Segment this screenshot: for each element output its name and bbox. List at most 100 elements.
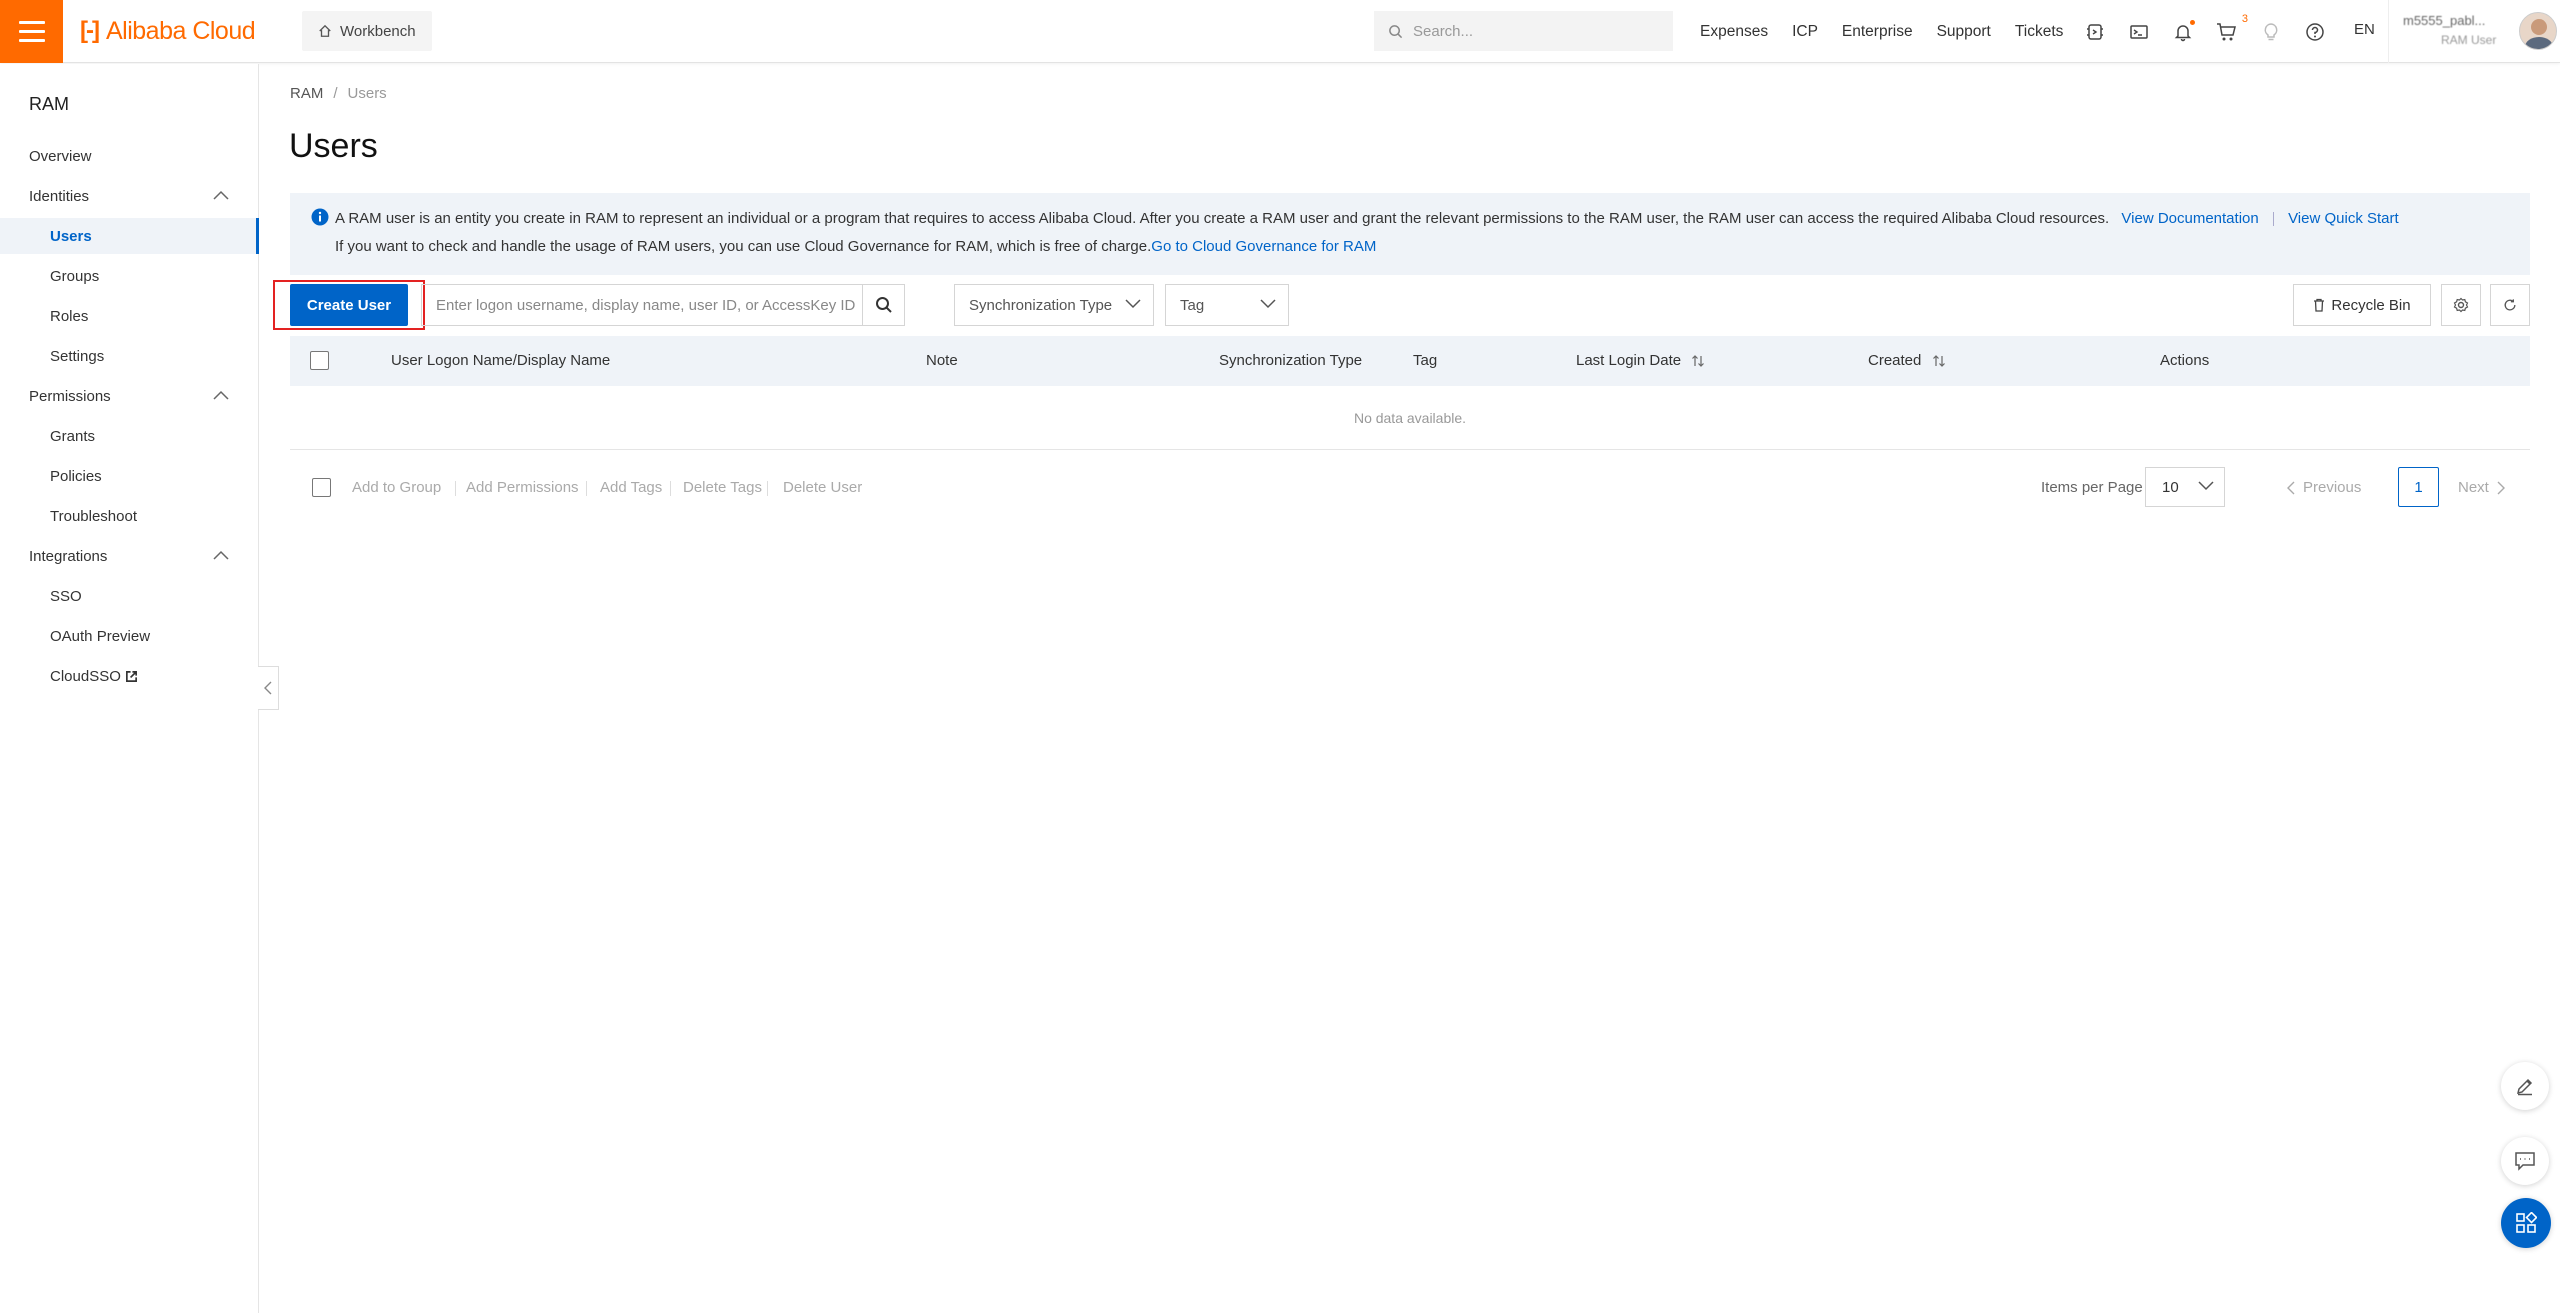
sidebar-item-sso[interactable]: SSO	[0, 578, 259, 614]
table-empty-message: No data available.	[290, 386, 2530, 450]
enterprise-link[interactable]: Enterprise	[1842, 23, 1913, 41]
next-page-button[interactable]: Next	[2458, 479, 2505, 496]
page-number-button[interactable]: 1	[2398, 467, 2439, 507]
select-all-checkbox[interactable]	[310, 351, 329, 370]
add-tags-button[interactable]: Add Tags	[600, 479, 662, 496]
column-header-sync-type: Synchronization Type	[1219, 352, 1363, 369]
chevron-up-icon	[213, 390, 229, 400]
workbench-button[interactable]: Workbench	[302, 11, 432, 51]
sync-type-label: Synchronization Type	[969, 296, 1113, 314]
tag-select[interactable]: Tag	[1165, 284, 1289, 326]
sidebar-item-label: SSO	[50, 587, 82, 605]
delete-tags-button[interactable]: Delete Tags	[683, 479, 762, 496]
items-per-page-value: 10	[2162, 478, 2179, 496]
tickets-link[interactable]: Tickets	[2015, 23, 2064, 41]
user-role: RAM User	[2441, 33, 2497, 47]
column-header-created[interactable]: Created	[1868, 352, 1946, 369]
chevron-right-icon	[2497, 481, 2505, 494]
sidebar-item-grants[interactable]: Grants	[0, 418, 259, 454]
user-name: m5555_pabl...	[2403, 13, 2486, 28]
sidebar-item-troubleshoot[interactable]: Troubleshoot	[0, 498, 259, 534]
sidebar-item-label: Overview	[29, 147, 92, 165]
sync-type-select[interactable]: Synchronization Type	[954, 284, 1154, 326]
divider	[767, 481, 768, 496]
add-permissions-button[interactable]: Add Permissions	[466, 479, 579, 496]
sidebar-group-permissions[interactable]: Permissions	[0, 378, 259, 414]
create-user-button[interactable]: Create User	[290, 284, 408, 326]
sidebar-item-policies[interactable]: Policies	[0, 458, 259, 494]
column-header-label: Last Login Date	[1576, 352, 1682, 369]
sidebar-item-label: CloudSSO	[50, 667, 121, 685]
previous-page-button[interactable]: Previous	[2287, 479, 2361, 496]
delete-user-button[interactable]: Delete User	[783, 479, 862, 496]
search-icon	[875, 297, 892, 313]
breadcrumb-current: Users	[347, 85, 387, 102]
cloud-shell-icon[interactable]	[2082, 19, 2108, 45]
lightbulb-icon[interactable]	[2258, 19, 2284, 45]
alibaba-cloud-logo[interactable]: [-] Alibaba Cloud	[80, 16, 256, 46]
sidebar-item-label: Permissions	[29, 387, 111, 405]
column-header-actions: Actions	[2160, 352, 2210, 369]
language-switch[interactable]: EN	[2354, 21, 2375, 38]
sidebar-item-oauth-preview[interactable]: OAuth Preview	[0, 618, 259, 654]
feedback-edit-button[interactable]	[2501, 1062, 2549, 1110]
search-button[interactable]	[862, 285, 904, 325]
sidebar-item-label: Policies	[50, 467, 102, 485]
column-header-last-login[interactable]: Last Login Date	[1576, 352, 1705, 369]
user-search-input[interactable]	[422, 285, 862, 325]
sidebar-item-settings[interactable]: Settings	[0, 338, 259, 374]
help-icon[interactable]	[2302, 19, 2328, 45]
expenses-link[interactable]: Expenses	[1700, 23, 1768, 41]
avatar[interactable]	[2519, 12, 2557, 50]
cart-icon[interactable]: 3	[2214, 13, 2248, 45]
sidebar-item-users[interactable]: Users	[0, 218, 259, 254]
sidebar-item-groups[interactable]: Groups	[0, 258, 259, 294]
menu-icon[interactable]	[0, 0, 63, 63]
divider	[670, 481, 671, 496]
recycle-bin-button[interactable]: Recycle Bin	[2293, 284, 2431, 326]
support-link[interactable]: Support	[1937, 23, 1991, 41]
terminal-icon[interactable]	[2126, 19, 2152, 45]
refresh-button[interactable]	[2490, 284, 2530, 326]
chat-button[interactable]	[2501, 1137, 2549, 1185]
top-icons: 3	[2082, 0, 2328, 63]
notice-line-1: A RAM user is an entity you create in RA…	[335, 210, 2399, 227]
sidebar-item-label: Users	[50, 227, 92, 245]
view-documentation-link[interactable]: View Documentation	[2121, 210, 2258, 227]
pencil-icon	[2516, 1078, 2533, 1096]
sidebar: RAM Overview Identities Users Groups Rol…	[0, 64, 259, 1313]
trash-icon	[2314, 298, 2325, 312]
items-per-page-select[interactable]: 10	[2145, 467, 2225, 507]
sidebar-item-label: Settings	[50, 347, 105, 365]
sidebar-item-cloudsso[interactable]: CloudSSO	[0, 658, 259, 694]
column-settings-button[interactable]	[2441, 284, 2481, 326]
notification-bell-icon[interactable]	[2170, 19, 2196, 45]
sidebar-item-roles[interactable]: Roles	[0, 298, 259, 334]
apps-grid-icon	[2516, 1212, 2537, 1233]
sidebar-item-overview[interactable]: Overview	[0, 138, 259, 174]
sidebar-group-identities[interactable]: Identities	[0, 178, 259, 214]
sidebar-item-label: Identities	[29, 187, 90, 205]
footer-select-all-checkbox[interactable]	[312, 478, 331, 497]
workbench-label: Workbench	[340, 22, 416, 40]
sidebar-item-label: Roles	[50, 307, 89, 325]
apps-button[interactable]	[2501, 1198, 2551, 1248]
global-search[interactable]: Search...	[1374, 11, 1673, 51]
chevron-left-icon	[2287, 481, 2295, 494]
icp-link[interactable]: ICP	[1792, 23, 1818, 41]
view-quick-start-link[interactable]: View Quick Start	[2288, 210, 2399, 227]
breadcrumb-ram[interactable]: RAM	[290, 85, 323, 102]
user-menu[interactable]: m5555_pabl... RAM User	[2388, 0, 2560, 63]
items-per-page-label: Items per Page	[2041, 479, 2143, 496]
sidebar-collapse-toggle[interactable]	[258, 666, 279, 710]
column-header-logon-name: User Logon Name/Display Name	[391, 352, 611, 369]
top-bar: [-] Alibaba Cloud Workbench Search... Ex…	[0, 0, 2560, 63]
cart-count-badge: 3	[2241, 12, 2248, 25]
info-notice: A RAM user is an entity you create in RA…	[290, 193, 2530, 275]
tag-select-label: Tag	[1180, 296, 1205, 314]
cloud-governance-link[interactable]: Go to Cloud Governance for RAM	[1151, 238, 1376, 255]
sidebar-group-integrations[interactable]: Integrations	[0, 538, 259, 574]
search-icon	[1389, 24, 1403, 38]
add-to-group-button[interactable]: Add to Group	[352, 479, 441, 496]
sidebar-item-label: Integrations	[29, 547, 108, 565]
